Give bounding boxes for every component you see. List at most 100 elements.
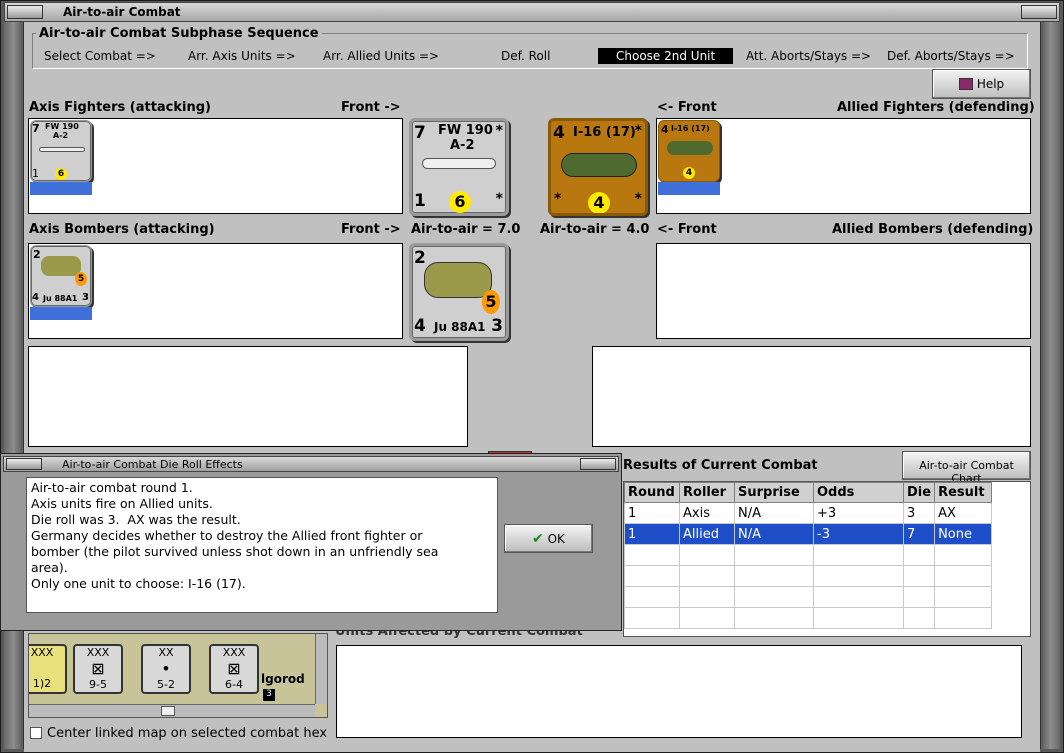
fw190-small-name: FW 190 [45,122,79,131]
map-unit-counter[interactable]: XX • 5-2 [141,644,191,694]
col-die[interactable]: Die [902,482,936,503]
air-combat-chart-button[interactable]: Air-to-air Combat Chart [902,451,1031,485]
axis-fighters-front: Front -> [341,100,401,115]
center-map-checkbox[interactable] [30,727,42,739]
ju88-plane-icon [424,262,492,298]
center-map-label: Center linked map on selected combat hex [47,726,328,741]
ju88-selection-strip [30,307,92,320]
seq-att-aborts: Att. Aborts/Stays => [746,49,872,63]
allied-fighters-front: <- Front [657,100,717,115]
fw190-small-counter[interactable]: 7 FW 190 A-2 1 6 [30,120,92,182]
dialog-close-button[interactable] [580,458,616,470]
ju88-small-counter[interactable]: 2 5 4 Ju 88A1 3 [30,245,92,307]
ju88-small-def: 3 [82,292,89,303]
i16-small-counter[interactable]: 4 I-16 (17) 4 [658,120,720,182]
seq-arr-allied: Arr. Allied Units => [323,49,440,63]
fw190-front-air: 7 [414,123,426,143]
results-title: Results of Current Combat [623,458,818,473]
allied-bombers-front: <- Front [657,222,717,237]
seq-arr-axis: Arr. Axis Units => [188,49,296,63]
col-round[interactable]: Round [624,482,680,503]
i16-front-air: 4 [553,123,565,143]
help-label: Help [976,77,1005,91]
table-row[interactable]: 1 Axis N/A +3 3 AX [624,502,992,524]
map-unit-counter[interactable]: XXX ⊠ 6-4 [209,644,259,694]
fw190-front-range: 1 [414,191,426,211]
seq-choose-2nd-unit: Choose 2nd Unit [598,48,734,64]
dialog-message[interactable]: Air-to-air combat round 1. Axis units fi… [26,477,498,613]
linked-map[interactable]: XXX 1)2 XXX ⊠ 9-5 XX • 5-2 XXX ⊠ 6-4 lgo… [28,633,328,718]
i16-selection-strip [658,182,720,195]
i16-plane-icon [561,153,637,177]
ju88-small-move: 5 [75,272,87,286]
map-scroll-thumb[interactable] [161,706,175,716]
axis-fighters-label: Axis Fighters (attacking) [29,100,211,115]
i16-small-move: 4 [683,167,695,179]
col-roller[interactable]: Roller [679,482,735,503]
fw190-front-counter[interactable]: 7 FW 190 A-2 * 1 6 * [409,118,509,216]
left-rail [4,22,24,749]
col-odds[interactable]: Odds [813,482,904,503]
col-result[interactable]: Result [934,482,992,503]
sequence-title: Air-to-air Combat Subphase Sequence [36,26,322,41]
fw190-small-air: 7 [32,122,40,135]
i16-small-plane-icon [667,141,713,155]
seq-select-combat: Select Combat => [44,49,156,63]
axis-bombers-label: Axis Bombers (attacking) [29,222,215,237]
allied-fighters-label: Allied Fighters (defending) [837,100,1035,115]
dialog-menu-button[interactable] [6,458,42,470]
map-horizontal-scrollbar[interactable] [29,704,315,717]
fw190-small-range: 1 [32,167,39,180]
ju88-small-plane-icon [41,256,81,276]
axis-bombers-panel[interactable]: 2 5 4 Ju 88A1 3 [28,243,403,339]
dialog-title: Air-to-air Combat Die Roll Effects [62,458,243,471]
map-unit-counter[interactable]: XXX 1)2 [29,644,67,694]
fw190-front-model: A-2 [450,138,475,153]
results-table-container[interactable]: Round Roller Surprise Odds Die Result 1 … [623,481,1031,637]
fw190-small-model: A-2 [53,131,69,140]
i16-front-counter[interactable]: 4 I-16 (17) * * 4 * [548,118,648,216]
dialog-titlebar[interactable]: Air-to-air Combat Die Roll Effects [3,456,619,472]
ju88-front-bomb: 4 [414,316,426,336]
window-menu-button[interactable] [7,5,43,19]
axis-extra-panel[interactable] [28,346,468,447]
fw190-front-name: FW 190 [438,123,493,138]
map-unit-counter[interactable]: XXX ⊠ 9-5 [73,644,123,694]
table-row [624,544,992,566]
window-title: Air-to-air Combat [63,5,181,19]
map-vertical-scrollbar[interactable] [315,634,327,704]
axis-fighters-panel[interactable]: 7 FW 190 A-2 1 6 [28,118,403,214]
ju88-front-air: 2 [414,248,426,268]
help-book-icon [958,78,973,90]
i16-small-name: I-16 (17) [671,124,710,133]
map-city-label: lgorod [261,672,305,686]
window-close-button[interactable] [1021,5,1057,19]
col-surprise[interactable]: Surprise [734,482,814,503]
ju88-small-bomb: 4 [32,292,39,303]
seq-def-aborts: Def. Aborts/Stays => [887,49,1015,63]
allied-bombers-panel[interactable] [656,243,1031,339]
axis-air-to-air: Air-to-air = 7.0 [411,222,521,237]
ok-label: OK [547,532,565,546]
table-row [624,565,992,587]
results-table: Round Roller Surprise Odds Die Result 1 … [624,482,992,629]
ju88-front-counter[interactable]: 2 5 4 Ju 88A1 3 [409,243,509,341]
checkmark-icon: ✔ [532,531,544,547]
allied-air-to-air: Air-to-air = 4.0 [540,222,650,237]
table-row [624,607,992,629]
allied-fighters-panel[interactable]: 4 I-16 (17) 4 [656,118,1031,214]
axis-bombers-front: Front -> [341,222,401,237]
table-row-selected[interactable]: 1 Allied N/A -3 7 None [624,523,992,545]
seq-def-roll: Def. Roll [501,49,551,63]
allied-extra-panel[interactable] [592,346,1031,447]
map-badge: 3 [263,689,275,701]
units-affected-panel[interactable] [336,645,1022,738]
table-row [624,586,992,608]
fw190-plane-icon [422,158,496,169]
window-titlebar[interactable]: Air-to-air Combat [4,2,1060,22]
i16-front-move: 4 [588,192,610,213]
ok-button[interactable]: ✔ OK [504,524,593,553]
fw190-front-move: 6 [449,191,471,213]
help-button[interactable]: Help [932,69,1031,99]
ju88-front-name: Ju 88A1 [434,320,486,334]
